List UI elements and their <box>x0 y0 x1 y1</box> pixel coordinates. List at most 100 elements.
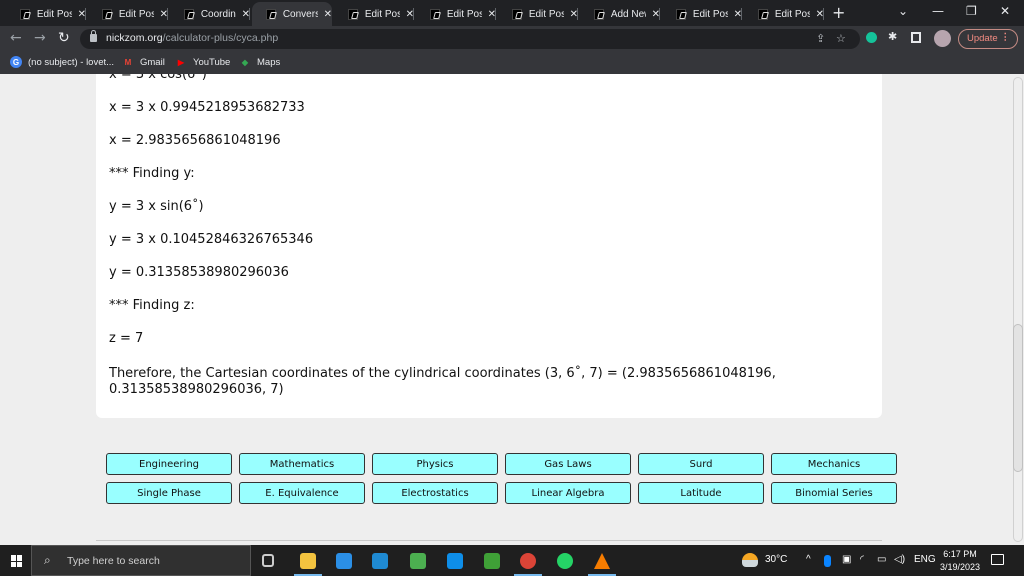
address-bar[interactable]: nickzom.org/calculator-plus/cyca.php ⇪ ☆ <box>80 29 860 49</box>
volume-icon[interactable]: ◁) <box>894 554 905 565</box>
category-button[interactable]: Electrostatics <box>372 482 498 504</box>
category-button[interactable]: Mechanics <box>771 453 897 475</box>
category-button[interactable]: Latitude <box>638 482 764 504</box>
url-text[interactable]: nickzom.org/calculator-plus/cyca.php <box>106 32 278 44</box>
url-path: /calculator-plus/cyca.php <box>162 32 279 44</box>
category-button[interactable]: Single Phase <box>106 482 232 504</box>
scrollbar-track[interactable] <box>1013 77 1023 542</box>
weather-temp[interactable]: 30°C <box>765 554 787 565</box>
search-icon: ⌕ <box>44 553 51 567</box>
bookmark-item[interactable]: ◆ Maps <box>239 56 280 68</box>
tab-title: Conversion <box>282 8 318 20</box>
windows-taskbar: ⌕ Type here to search 30°C ^ ▣ ◜ ▭ ◁) EN… <box>0 545 1024 576</box>
category-button[interactable]: Physics <box>372 453 498 475</box>
clock-date: 3/19/2023 <box>940 562 981 572</box>
show-hidden-icons-icon[interactable]: ^ <box>806 554 811 565</box>
profile-avatar[interactable] <box>934 30 951 47</box>
chrome-icon[interactable] <box>520 553 536 569</box>
task-view-icon[interactable] <box>262 554 274 567</box>
bookmark-label: (no subject) - lovet... <box>28 56 115 68</box>
browser-tab[interactable]: Edit Post✕ <box>662 2 742 26</box>
site-favicon-icon <box>102 8 112 20</box>
windows-start-icon[interactable] <box>11 555 23 567</box>
category-button[interactable]: Engineering <box>106 453 232 475</box>
category-button[interactable]: Linear Algebra <box>505 482 631 504</box>
forward-button[interactable]: → <box>34 30 46 46</box>
bookmark-item[interactable]: M Gmail <box>122 56 165 68</box>
tab-search-icon[interactable]: ⌄ <box>898 4 908 18</box>
divider <box>96 540 882 541</box>
site-favicon-icon <box>594 8 604 20</box>
tab-separator <box>659 8 660 20</box>
gmail-icon: M <box>124 57 132 67</box>
search-placeholder: Type here to search <box>67 555 160 567</box>
weather-icon[interactable] <box>742 553 758 567</box>
bookmark-star-icon[interactable]: ☆ <box>836 32 846 45</box>
browser-tab[interactable]: Add New✕ <box>580 2 660 26</box>
category-button[interactable]: Surd <box>638 453 764 475</box>
category-button[interactable]: Gas Laws <box>505 453 631 475</box>
update-button[interactable]: Update ⋮ <box>958 29 1018 49</box>
mongodb-compass-icon[interactable] <box>484 553 500 569</box>
solution-line-partial: x = 3 x cos(6˚) <box>109 74 207 82</box>
site-favicon-icon <box>184 8 194 20</box>
bookmark-label: Maps <box>257 56 281 68</box>
update-label: Update <box>967 33 998 44</box>
taskbar-search-box[interactable]: ⌕ Type here to search <box>31 545 251 576</box>
teamviewer-icon[interactable] <box>447 553 463 569</box>
system-clock[interactable]: 6:17 PM 3/19/2023 <box>940 548 980 574</box>
vlc-icon[interactable] <box>594 553 610 569</box>
tab-title: Coordinates <box>200 8 236 20</box>
solution-line: y = 3 x sin(6˚) <box>109 199 204 214</box>
browser-tab[interactable]: Coordinates✕ <box>170 2 250 26</box>
file-explorer-icon[interactable] <box>300 553 316 569</box>
maps-icon: ◆ <box>241 57 249 67</box>
language-indicator[interactable]: ENG <box>914 554 936 565</box>
grammarly-extension-icon[interactable] <box>866 32 877 43</box>
new-tab-button[interactable]: + <box>832 3 845 22</box>
reload-button[interactable]: ↻ <box>58 30 70 46</box>
site-favicon-icon <box>348 8 358 20</box>
close-tab-icon[interactable]: ✕ <box>324 9 332 20</box>
solution-line: x = 3 x 0.9945218953682733 <box>109 100 305 115</box>
close-window-button[interactable]: ✕ <box>1000 4 1010 18</box>
bluetooth-icon[interactable] <box>824 555 831 567</box>
whatsapp-icon[interactable] <box>557 553 573 569</box>
tab-title: Edit Post <box>774 8 810 20</box>
scrollbar-thumb[interactable] <box>1013 324 1023 472</box>
menu-kebab-icon[interactable]: ⋮ <box>1001 32 1011 43</box>
browser-tab[interactable]: Edit Post✕ <box>744 2 824 26</box>
browser-tab[interactable]: Edit Post✕ <box>334 2 414 26</box>
notification-center-icon[interactable] <box>991 554 1004 565</box>
bookmark-label: YouTube <box>193 56 231 68</box>
solution-line: x = 2.9835656861048196 <box>109 133 281 148</box>
share-icon[interactable]: ⇪ <box>816 32 825 45</box>
site-favicon-icon <box>676 8 686 20</box>
bookmark-item[interactable]: G (no subject) - lovet... <box>10 56 114 68</box>
page-scrollbar[interactable] <box>1012 74 1024 545</box>
category-button[interactable]: Mathematics <box>239 453 365 475</box>
mail-icon[interactable] <box>336 553 352 569</box>
meet-now-icon[interactable]: ▣ <box>842 554 851 565</box>
browser-tab[interactable]: Edit Post✕ <box>6 2 86 26</box>
bookmarks-bar: G (no subject) - lovet... M Gmail ▶ YouTube ◆ M… <box>0 52 1024 74</box>
back-button[interactable]: ← <box>10 30 22 46</box>
bookmark-item[interactable]: ▶ YouTube <box>175 56 230 68</box>
browser-tab[interactable]: Edit Post✕ <box>88 2 168 26</box>
app-cube-icon[interactable] <box>410 553 426 569</box>
browser-tab[interactable]: Conversion ✕ <box>252 2 332 26</box>
extensions-puzzle-icon[interactable]: ✱ <box>888 30 897 43</box>
minimize-button[interactable]: — <box>932 4 944 18</box>
battery-icon[interactable]: ▭ <box>877 554 886 565</box>
browser-tab[interactable]: Edit Post✕ <box>498 2 578 26</box>
solution-conclusion: Therefore, the Cartesian coordinates of … <box>109 366 776 397</box>
restore-button[interactable]: ❐ <box>966 4 977 18</box>
vscode-icon[interactable] <box>372 553 388 569</box>
category-button[interactable]: Binomial Series <box>771 482 897 504</box>
category-button[interactable]: E. Equivalence <box>239 482 365 504</box>
url-host: nickzom.org <box>106 32 163 44</box>
browser-tab[interactable]: Edit Post✕ <box>416 2 496 26</box>
solution-line: *** Finding y: <box>109 166 195 181</box>
wifi-icon[interactable]: ◜ <box>860 554 864 565</box>
side-panel-icon[interactable] <box>911 32 921 43</box>
